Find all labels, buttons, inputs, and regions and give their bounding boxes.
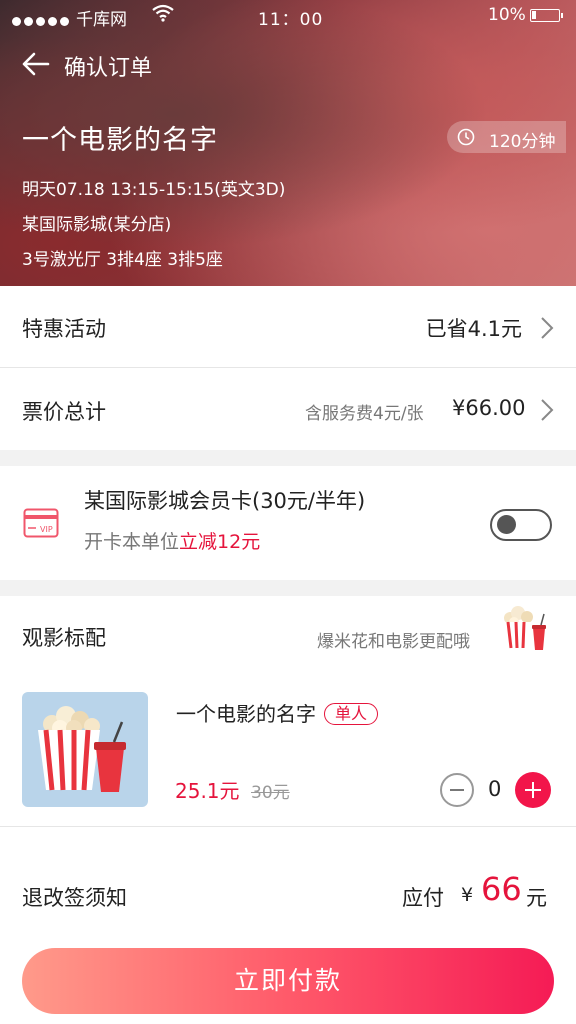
- promo-value: 已省4.1元: [425, 317, 522, 341]
- currency-symbol: ¥: [461, 884, 474, 906]
- toggle-knob: [497, 515, 516, 534]
- ticket-total-row[interactable]: 票价总计 含服务费4元/张 ¥66.00: [0, 368, 576, 450]
- membership-title: 某国际影城会员卡(30元/半年): [84, 489, 366, 513]
- duration-text: 120分钟: [489, 132, 556, 152]
- divider: [0, 826, 576, 827]
- nav-bar: 确认订单: [0, 44, 576, 84]
- cinema-name: 某国际影城(某分店): [22, 215, 172, 235]
- snacks-label: 观影标配: [22, 626, 106, 650]
- clock-icon: [457, 128, 475, 146]
- membership-desc-prefix: 开卡本单位: [84, 531, 180, 553]
- showtime-text: 明天07.18 13:15-15:15(英文3D): [22, 180, 286, 200]
- payable-label: 应付: [402, 886, 444, 910]
- increase-button[interactable]: [515, 772, 551, 808]
- wifi-icon: [152, 4, 174, 27]
- single-person-badge: 单人: [324, 703, 379, 725]
- ticket-total-label: 票价总计: [22, 400, 106, 424]
- decrease-button[interactable]: [440, 773, 474, 807]
- vip-card-icon: VIP: [23, 508, 59, 538]
- back-arrow-icon[interactable]: [20, 48, 52, 80]
- promo-row[interactable]: 特惠活动 已省4.1元: [0, 286, 576, 368]
- snacks-hint: 爆米花和电影更配哦: [317, 632, 470, 652]
- snack-item: 一个电影的名字 单人: [176, 698, 379, 727]
- page-title: 确认订单: [64, 56, 153, 81]
- clock-time: 11：00: [258, 10, 324, 30]
- movie-header: 千库网 11：00 10% 确认订单 一个电影的名字 120分钟 明天07.18…: [0, 0, 576, 286]
- signal-icon: [12, 11, 72, 31]
- payable-amount: 66: [481, 870, 522, 908]
- promo-label: 特惠活动: [22, 317, 106, 341]
- status-bar: 千库网 11：00 10%: [0, 0, 576, 30]
- quantity-value: 0: [488, 777, 502, 801]
- section-gap: [0, 450, 576, 466]
- carrier-name: 千库网: [76, 10, 127, 30]
- movie-title: 一个电影的名字: [22, 125, 218, 156]
- snack-thumbnail: [22, 692, 148, 807]
- ticket-total-value: ¥66.00: [452, 396, 526, 420]
- membership-toggle[interactable]: [490, 509, 552, 541]
- snack-price: 25.1元: [175, 779, 240, 803]
- battery-percent: 10%: [488, 5, 526, 25]
- payable-unit: 元: [526, 886, 547, 910]
- snack-name: 一个电影的名字: [176, 702, 316, 726]
- membership-desc: 开卡本单位立减12元: [84, 527, 260, 554]
- pay-now-button[interactable]: 立即付款: [22, 948, 554, 1014]
- section-gap: [0, 580, 576, 596]
- popcorn-icon: [504, 606, 546, 650]
- snack-original-price: 30元: [251, 783, 290, 803]
- battery-icon: [530, 9, 563, 22]
- refund-policy-link[interactable]: 退改签须知: [22, 882, 127, 912]
- chevron-right-icon: [541, 399, 554, 421]
- svg-text:VIP: VIP: [40, 525, 53, 534]
- chevron-right-icon: [541, 317, 554, 339]
- service-fee-note: 含服务费4元/张: [305, 404, 424, 424]
- seat-info: 3号激光厅 3排4座 3排5座: [22, 250, 223, 270]
- duration-badge: 120分钟: [447, 121, 566, 153]
- membership-discount: 立减12元: [179, 531, 261, 553]
